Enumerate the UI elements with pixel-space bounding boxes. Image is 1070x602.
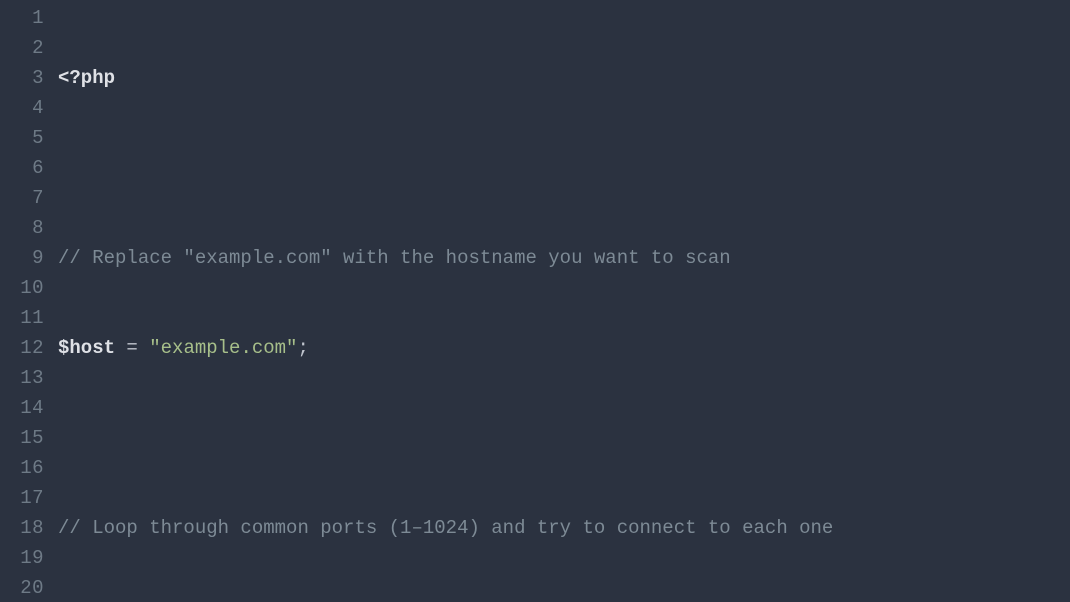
line-number: 19 — [0, 543, 44, 573]
line-number: 11 — [0, 303, 44, 333]
line-number: 1 — [0, 3, 44, 33]
line-number: 18 — [0, 513, 44, 543]
line-number: 14 — [0, 393, 44, 423]
comment: // Replace "example.com" with the hostna… — [58, 247, 731, 269]
line-number: 12 — [0, 333, 44, 363]
punct: ; — [297, 337, 308, 359]
line-number: 8 — [0, 213, 44, 243]
line-number: 10 — [0, 273, 44, 303]
code-line[interactable]: // Replace "example.com" with the hostna… — [58, 243, 1070, 273]
php-open-tag: <?php — [58, 67, 115, 89]
line-number: 2 — [0, 33, 44, 63]
line-number: 5 — [0, 123, 44, 153]
line-number: 15 — [0, 423, 44, 453]
variable: $host — [58, 337, 115, 359]
line-number: 17 — [0, 483, 44, 513]
code-line[interactable] — [58, 423, 1070, 453]
code-line[interactable]: // Loop through common ports (1–1024) an… — [58, 513, 1070, 543]
line-number: 9 — [0, 243, 44, 273]
line-number: 4 — [0, 93, 44, 123]
string-literal: "example.com" — [149, 337, 297, 359]
line-number: 20 — [0, 573, 44, 602]
comment: // Loop through common ports (1–1024) an… — [58, 517, 833, 539]
operator: = — [115, 337, 149, 359]
line-number: 13 — [0, 363, 44, 393]
code-line[interactable]: $host = "example.com"; — [58, 333, 1070, 363]
code-area[interactable]: <?php // Replace "example.com" with the … — [58, 0, 1070, 602]
line-number: 6 — [0, 153, 44, 183]
code-line[interactable] — [58, 153, 1070, 183]
line-number: 16 — [0, 453, 44, 483]
line-number-gutter: 1 2 3 4 5 6 7 8 9 10 11 12 13 14 15 16 1… — [0, 0, 58, 602]
code-line[interactable]: <?php — [58, 63, 1070, 93]
line-number: 7 — [0, 183, 44, 213]
line-number: 3 — [0, 63, 44, 93]
code-editor[interactable]: 1 2 3 4 5 6 7 8 9 10 11 12 13 14 15 16 1… — [0, 0, 1070, 602]
